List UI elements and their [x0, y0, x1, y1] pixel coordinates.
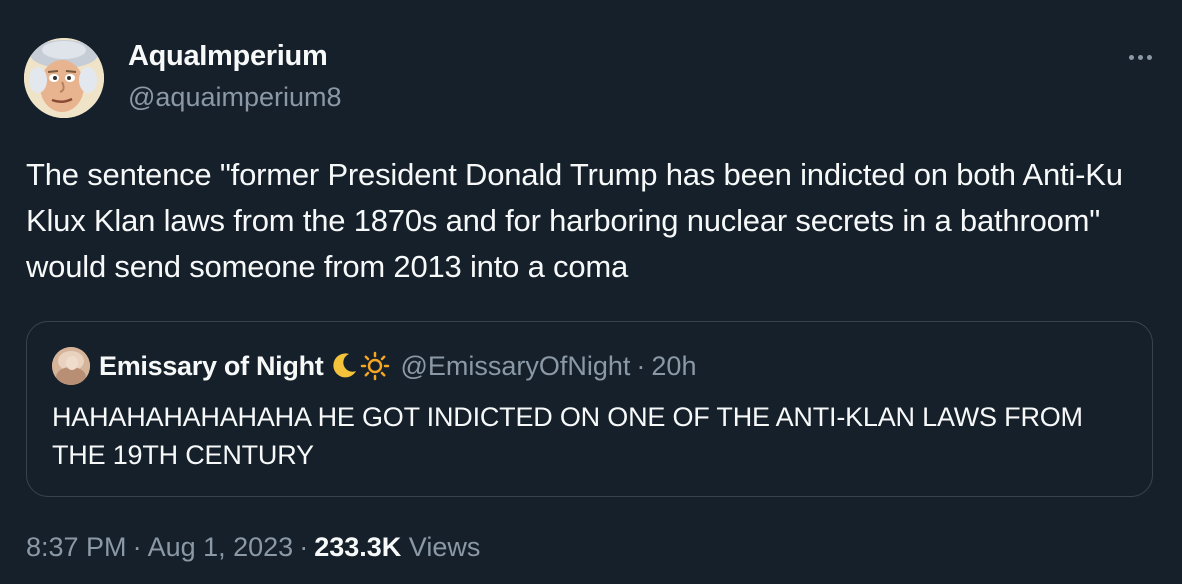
avatar-illustration — [24, 38, 104, 118]
crescent-moon-icon — [333, 353, 357, 378]
quoted-author-handle[interactable]: @EmissaryOfNight — [400, 351, 630, 382]
views-count[interactable]: 233.3K — [314, 532, 401, 562]
meta-separator: · — [132, 532, 142, 562]
sun-icon — [361, 351, 390, 381]
quoted-tweet-text: HAHAHAHAHAHAHA HE GOT INDICTED ON ONE OF… — [52, 402, 1083, 470]
more-options-button[interactable] — [1120, 44, 1160, 70]
more-icon-dot — [1146, 54, 1152, 60]
quoted-avatar-illustration — [52, 347, 90, 385]
tweet-date[interactable]: Aug 1, 2023 — [148, 532, 294, 562]
tweet-text: The sentence "former President Donald Tr… — [26, 157, 1123, 284]
author-handle[interactable]: @aquaimperium8 — [128, 82, 342, 113]
more-icon-dot — [1137, 54, 1143, 60]
quoted-separator: · — [636, 350, 646, 381]
views-label[interactable]: Views — [409, 532, 481, 562]
meta-separator: · — [299, 532, 309, 562]
author-display-name[interactable]: AquaImperium — [128, 40, 328, 73]
author-avatar[interactable] — [24, 38, 104, 118]
quoted-name-emoji — [329, 351, 390, 381]
quoted-tweet[interactable]: Emissary of Night @EmissaryOfNight · 20h… — [26, 321, 1153, 497]
more-icon — [1128, 54, 1134, 60]
tweet-meta: 8:37 PM · Aug 1, 2023 · 233.3K Views — [26, 532, 480, 563]
quoted-tweet-header: Emissary of Night @EmissaryOfNight · 20h — [99, 348, 696, 384]
quoted-author-display-name[interactable]: Emissary of Night — [99, 351, 324, 382]
quoted-author-avatar[interactable] — [52, 347, 90, 385]
tweet-time[interactable]: 8:37 PM — [26, 532, 127, 562]
quoted-timestamp[interactable]: 20h — [651, 351, 696, 382]
tweet-card: AquaImperium @aquaimperium8 The sentence… — [0, 0, 1182, 584]
